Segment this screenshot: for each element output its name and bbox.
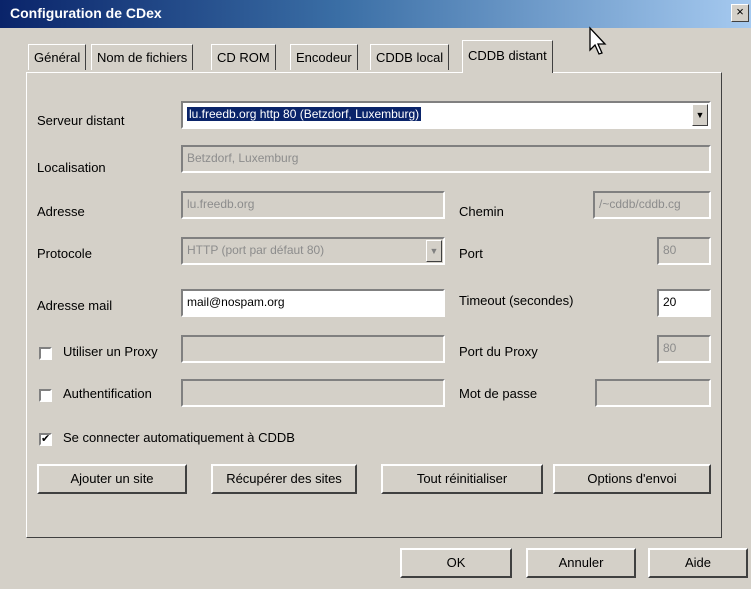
proxy-port-field[interactable]: 80 (657, 335, 711, 363)
cancel-button[interactable]: Annuler (526, 548, 636, 578)
protocole-select[interactable]: HTTP (port par défaut 80) ▼ (181, 237, 445, 265)
fetch-sites-button[interactable]: Récupérer des sites (211, 464, 357, 494)
tab-panel: Serveur distant lu.freedb.org http 80 (B… (26, 72, 722, 538)
auto-connect-label: Se connecter automatiquement à CDDB (63, 430, 295, 445)
proxy-label: Utiliser un Proxy (63, 344, 158, 359)
ok-label: OK (446, 555, 466, 570)
tab-general[interactable]: Général (28, 44, 87, 70)
port-label: Port (459, 246, 483, 261)
auto-connect-checkbox[interactable]: ✔ (39, 433, 52, 446)
chemin-field[interactable]: /~cddb/cddb.cg (593, 191, 711, 219)
mouse-cursor-icon (589, 26, 607, 55)
proxy-field[interactable] (181, 335, 445, 363)
protocole-label: Protocole (37, 246, 92, 261)
add-site-button[interactable]: Ajouter un site (37, 464, 187, 494)
email-field[interactable]: mail@nospam.org (181, 289, 445, 317)
window-title: Configuration de CDex (10, 5, 162, 21)
chemin-label: Chemin (459, 204, 504, 219)
reset-all-button[interactable]: Tout réinitialiser (381, 464, 543, 494)
ok-button[interactable]: OK (400, 548, 512, 578)
tab-cd-rom[interactable]: CD ROM (211, 44, 276, 70)
auth-field[interactable] (181, 379, 445, 407)
adresse-label: Adresse (37, 204, 85, 219)
tab-nom-de-fichiers[interactable]: Nom de fichiers (91, 44, 194, 70)
proxy-port-label: Port du Proxy (459, 344, 538, 359)
timeout-field[interactable]: 20 (657, 289, 711, 317)
tab-encodeur[interactable]: Encodeur (290, 44, 358, 70)
protocole-value: HTTP (port par défaut 80) (187, 243, 325, 257)
close-icon[interactable]: × (731, 4, 749, 22)
title-bar: Configuration de CDex × (0, 0, 751, 28)
auth-checkbox[interactable] (39, 389, 52, 402)
port-field[interactable]: 80 (657, 237, 711, 265)
password-label: Mot de passe (459, 386, 538, 401)
proxy-checkbox[interactable] (39, 347, 52, 360)
help-button[interactable]: Aide (648, 548, 748, 578)
tab-cddb-local[interactable]: CDDB local (370, 44, 450, 70)
serveur-distant-value: lu.freedb.org http 80 (Betzdorf, Luxembu… (187, 107, 422, 121)
serveur-distant-label: Serveur distant (37, 113, 125, 128)
localisation-label: Localisation (37, 160, 106, 175)
adresse-field[interactable]: lu.freedb.org (181, 191, 445, 219)
serveur-distant-combo[interactable]: lu.freedb.org http 80 (Betzdorf, Luxembu… (181, 101, 711, 129)
adresse-mail-label: Adresse mail (37, 298, 113, 313)
localisation-field[interactable]: Betzdorf, Luxemburg (181, 145, 711, 173)
tab-cddb-distant[interactable]: CDDB distant (462, 40, 553, 73)
chevron-down-icon[interactable]: ▼ (692, 104, 708, 126)
timeout-label: Timeout (secondes) (459, 293, 574, 308)
auth-label: Authentification (63, 386, 152, 401)
password-field[interactable] (595, 379, 711, 407)
chevron-down-icon[interactable]: ▼ (426, 240, 442, 262)
send-options-button[interactable]: Options d'envoi (553, 464, 711, 494)
